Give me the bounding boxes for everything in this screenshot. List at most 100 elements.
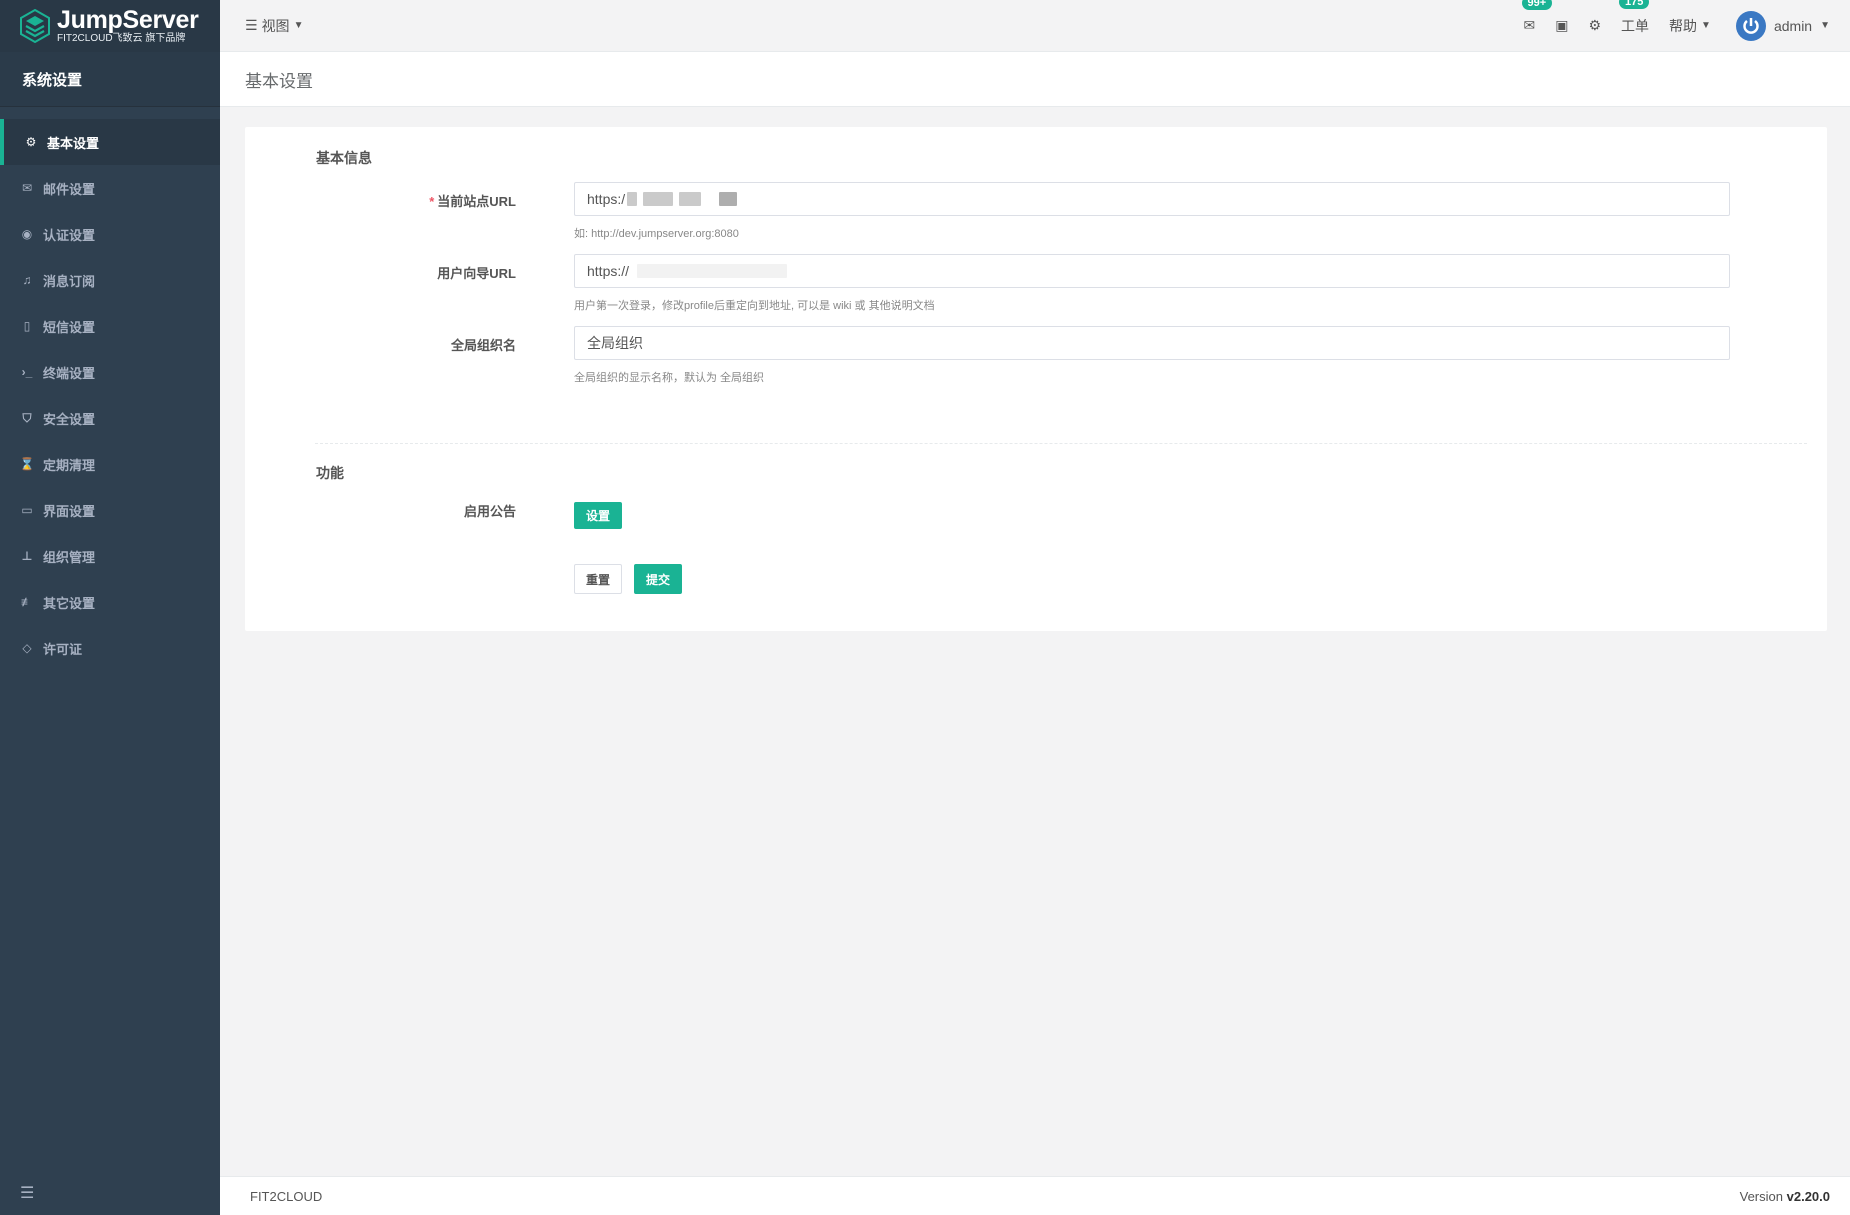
user-name: admin xyxy=(1773,17,1813,34)
org-name-value: 全局组织 xyxy=(587,335,643,351)
sidebar-item-interface[interactable]: ▭ 界面设置 xyxy=(0,487,220,533)
redacted-mask xyxy=(627,192,638,206)
avatar xyxy=(1735,10,1766,41)
bell-icon: ♫ xyxy=(22,273,32,287)
version-number: v2.20.0 xyxy=(1786,1188,1830,1204)
tickets-badge: 175 xyxy=(1619,0,1650,9)
sidebar-item-label: 终端设置 xyxy=(43,365,96,381)
redacted-mask xyxy=(719,192,738,206)
sidebar-item-license[interactable]: ◇ 许可证 xyxy=(0,625,220,671)
envelope-icon: ✉ xyxy=(21,181,33,195)
sidebar: JumpServer FIT2CLOUD飞致云 旗下品牌 系统设置 ⚙ 基本设置… xyxy=(0,0,220,1215)
hourglass-icon: ⌛ xyxy=(19,457,35,471)
sitemap-icon: ⊥ xyxy=(21,549,33,563)
guide-url-value: https:// xyxy=(587,263,630,279)
sidebar-item-organization[interactable]: ⊥ 组织管理 xyxy=(0,533,220,579)
jumpserver-logo-icon xyxy=(20,9,50,43)
user-circle-icon: ◉ xyxy=(21,227,33,241)
feature-section-title: 功能 xyxy=(316,465,344,481)
page-title: 基本设置 xyxy=(220,52,1850,107)
org-name-field[interactable]: 全局组织 xyxy=(574,326,1730,360)
announcement-settings-button[interactable]: 设置 xyxy=(574,502,622,529)
power-icon xyxy=(1743,17,1759,34)
user-dropdown[interactable]: admin ▼ xyxy=(1735,10,1830,41)
sidebar-item-terminal[interactable]: ›_ 终端设置 xyxy=(0,349,220,395)
sidebar-item-basic[interactable]: ⚙ 基本设置 xyxy=(0,119,220,165)
org-name-label: 全局组织名 xyxy=(450,338,516,353)
diamond-icon: ◇ xyxy=(22,641,32,655)
site-url-label-text: 当前站点URL xyxy=(437,194,516,209)
gear-icon: ⚙ xyxy=(1588,17,1602,33)
shield-icon: ⛉ xyxy=(22,410,32,425)
sidebar-menu: ⚙ 基本设置 ✉ 邮件设置 ◉ 认证设置 ♫ 消息订阅 ▯ 短信设置 ›_ 终端… xyxy=(0,119,220,671)
submit-button[interactable]: 提交 xyxy=(634,564,682,594)
envelope-icon: ✉ xyxy=(1523,17,1536,33)
redacted-mask xyxy=(643,192,674,206)
site-url-label: * 当前站点URL xyxy=(316,191,516,210)
guide-url-field[interactable]: https:// xyxy=(574,254,1730,288)
view-label: 视图 xyxy=(261,17,290,34)
sidebar-item-sms[interactable]: ▯ 短信设置 xyxy=(0,303,220,349)
tickets-label: 工单 xyxy=(1621,17,1650,34)
mail-badge: 99+ xyxy=(1521,0,1553,10)
menu-icon: ☰ xyxy=(245,17,258,33)
sidebar-item-label: 基本设置 xyxy=(47,135,100,151)
version-prefix: Version xyxy=(1739,1188,1783,1204)
settings-button[interactable]: ⚙ xyxy=(1588,17,1601,34)
footer-company: FIT2CLOUD xyxy=(250,1188,323,1204)
footer: FIT2CLOUD Version v2.20.0 xyxy=(220,1176,1850,1215)
footer-version: Version v2.20.0 xyxy=(1740,1189,1830,1204)
sidebar-item-label: 认证设置 xyxy=(43,227,96,243)
sidebar-item-label: 定期清理 xyxy=(43,457,96,473)
sidebar-item-email[interactable]: ✉ 邮件设置 xyxy=(0,165,220,211)
mobile-icon: ▯ xyxy=(23,319,31,333)
sliders-icon: ≢ xyxy=(21,595,33,609)
sidebar-item-label: 邮件设置 xyxy=(43,181,96,197)
view-dropdown[interactable]: ☰ 视图 ▼ xyxy=(245,16,303,36)
sidebar-item-security[interactable]: ⛉ 安全设置 xyxy=(0,395,220,441)
redacted-mask xyxy=(679,192,702,206)
settings-card: 基本信息 * 当前站点URL https:/ 如: http://dev.jump… xyxy=(245,127,1827,631)
terminal-icon: ›_ xyxy=(21,365,33,379)
sidebar-item-cleaning[interactable]: ⌛ 定期清理 xyxy=(0,441,220,487)
section-divider xyxy=(315,443,1807,444)
laptop-icon: ▭ xyxy=(21,503,33,517)
sidebar-item-label: 短信设置 xyxy=(43,319,96,335)
web-terminal-button[interactable]: ▣ xyxy=(1555,17,1568,34)
sidebar-section-title: 系统设置 xyxy=(0,52,220,107)
brand-subtitle: FIT2CLOUD飞致云 旗下品牌 xyxy=(57,33,186,44)
basic-info-section-title: 基本信息 xyxy=(316,150,372,166)
collapse-sidebar-icon[interactable]: ☰ xyxy=(20,1183,34,1203)
sidebar-item-auth[interactable]: ◉ 认证设置 xyxy=(0,211,220,257)
terminal-icon: ▣ xyxy=(1555,17,1569,33)
chevron-down-icon: ▼ xyxy=(1701,20,1711,31)
sidebar-item-label: 许可证 xyxy=(43,641,83,657)
sidebar-item-other[interactable]: ≢ 其它设置 xyxy=(0,579,220,625)
tickets-button[interactable]: 175 工单 xyxy=(1619,0,1650,36)
logo[interactable]: JumpServer FIT2CLOUD飞致云 旗下品牌 xyxy=(0,0,220,52)
help-label: 帮助 xyxy=(1669,17,1698,34)
sidebar-item-label: 组织管理 xyxy=(43,549,96,565)
org-name-hint: 全局组织的显示名称，默认为 全局组织 xyxy=(574,372,765,384)
reset-button[interactable]: 重置 xyxy=(574,564,622,594)
chevron-down-icon: ▼ xyxy=(293,20,304,31)
mail-button[interactable]: 99+ ✉ xyxy=(1521,0,1553,34)
sidebar-item-notification[interactable]: ♫ 消息订阅 xyxy=(0,257,220,303)
chevron-down-icon: ▼ xyxy=(1820,20,1830,31)
required-marker: * xyxy=(429,194,435,209)
gear-icon: ⚙ xyxy=(25,135,37,149)
site-url-hint: 如: http://dev.jumpserver.org:8080 xyxy=(574,228,739,240)
sidebar-item-label: 消息订阅 xyxy=(43,273,96,289)
brand-title: JumpServer xyxy=(57,6,199,34)
site-url-field[interactable]: https:/ xyxy=(574,182,1730,216)
topbar: ☰ 视图 ▼ 99+ ✉ ▣ ⚙ 175 工单 帮助 ▼ admin ▼ xyxy=(220,0,1850,52)
sidebar-item-label: 安全设置 xyxy=(43,411,96,427)
redacted-mask xyxy=(637,264,788,278)
site-url-value: https:/ xyxy=(587,191,626,207)
announcement-label: 启用公告 xyxy=(463,504,516,519)
guide-url-label: 用户向导URL xyxy=(437,266,516,281)
sidebar-item-label: 其它设置 xyxy=(43,595,96,611)
help-dropdown[interactable]: 帮助 ▼ xyxy=(1669,16,1711,36)
sidebar-item-label: 界面设置 xyxy=(43,503,96,519)
guide-url-hint: 用户第一次登录，修改profile后重定向到地址, 可以是 wiki 或 其他说… xyxy=(574,300,935,312)
